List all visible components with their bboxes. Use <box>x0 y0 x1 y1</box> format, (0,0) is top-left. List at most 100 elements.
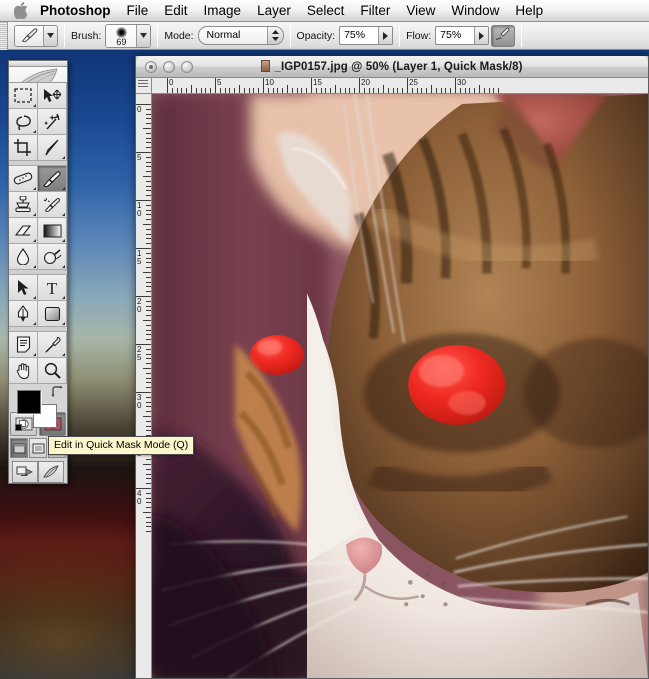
ruler-label: 40 <box>137 490 145 506</box>
tool-blur[interactable] <box>9 244 38 270</box>
ruler-label: 0 <box>169 78 173 87</box>
tool-history-brush[interactable] <box>38 192 67 218</box>
tool-gradient[interactable] <box>38 218 67 244</box>
ruler-label: 10 <box>265 78 274 87</box>
ruler-tick-major <box>215 78 216 94</box>
swap-colors-icon[interactable] <box>51 386 63 400</box>
ruler-tick-major <box>263 78 264 94</box>
tool-dodge[interactable] <box>38 244 67 270</box>
menu-item-view[interactable]: View <box>398 0 443 22</box>
tool-eraser[interactable] <box>9 218 38 244</box>
menu-item-file[interactable]: File <box>119 0 157 22</box>
ruler-label: 0 <box>137 106 145 114</box>
tool-marquee[interactable] <box>9 83 38 109</box>
options-separator-2 <box>157 25 158 47</box>
vertical-ruler[interactable]: 0510152025303540 <box>136 94 152 678</box>
tool-slice[interactable] <box>38 135 67 161</box>
ruler-tick-major <box>359 78 360 94</box>
ruler-tick-minor <box>287 85 288 94</box>
ruler-label: 25 <box>409 78 418 87</box>
tool-flyout-triangle <box>62 156 65 159</box>
menu-item-edit[interactable]: Edit <box>156 0 195 22</box>
brush-label: Brush: <box>71 30 101 42</box>
brush-tool-icon <box>15 26 43 46</box>
cat-photograph <box>152 94 648 678</box>
menu-item-image[interactable]: Image <box>196 0 250 22</box>
tool-flyout-triangle <box>33 239 36 242</box>
brush-preset-picker[interactable]: 69 <box>105 24 151 48</box>
tool-flyout-triangle <box>62 265 65 268</box>
menu-item-filter[interactable]: Filter <box>352 0 398 22</box>
document-title-text: _IGP0157.jpg @ 50% (Layer 1, Quick Mask/… <box>274 61 522 73</box>
chevron-down-icon[interactable] <box>43 26 57 46</box>
document-window: _IGP0157.jpg @ 50% (Layer 1, Quick Mask/… <box>135 56 649 679</box>
airbrush-toggle-button[interactable] <box>491 25 515 47</box>
horizontal-ruler[interactable]: 051015202530 <box>152 78 648 94</box>
jump-to-imageready-button[interactable] <box>12 461 38 483</box>
tool-flyout-triangle <box>33 130 36 133</box>
menu-item-select[interactable]: Select <box>299 0 353 22</box>
svg-text:T: T <box>47 279 58 296</box>
full-screen-menubar-button[interactable] <box>29 438 47 458</box>
menu-item-layer[interactable]: Layer <box>249 0 299 22</box>
menu-item-help[interactable]: Help <box>507 0 551 22</box>
minimize-window-button[interactable] <box>163 61 175 73</box>
ruler-tick-minor <box>143 320 152 321</box>
ruler-label: 30 <box>137 394 145 410</box>
tool-zoom[interactable] <box>38 358 67 384</box>
menu-app-name[interactable]: Photoshop <box>36 0 119 22</box>
opacity-value[interactable]: 75% <box>340 27 378 44</box>
ruler-label: 20 <box>137 298 145 314</box>
standard-screen-mode-button[interactable] <box>10 438 28 458</box>
document-proxy-icon[interactable] <box>261 60 270 72</box>
tool-healing-brush[interactable] <box>9 166 38 192</box>
tool-preset-picker[interactable] <box>14 25 58 47</box>
tool-shape[interactable] <box>38 301 67 327</box>
tool-move[interactable] <box>38 83 67 109</box>
canvas-row: 0510152025303540 <box>136 94 648 678</box>
zoom-window-button[interactable] <box>181 61 193 73</box>
tool-pen[interactable] <box>9 301 38 327</box>
ruler-origin-corner[interactable] <box>136 78 152 94</box>
flow-value[interactable]: 75% <box>436 27 474 44</box>
menu-item-window[interactable]: Window <box>443 0 507 22</box>
tool-crop[interactable] <box>9 135 38 161</box>
updown-arrows-icon[interactable] <box>267 27 283 44</box>
tool-notes[interactable] <box>9 332 38 358</box>
image-canvas[interactable] <box>152 94 648 678</box>
apple-logo-icon[interactable] <box>8 2 34 19</box>
ruler-label: 30 <box>457 78 466 87</box>
default-colors-icon[interactable] <box>15 420 26 431</box>
tool-flyout-triangle <box>62 239 65 242</box>
tool-path-selection[interactable] <box>9 275 38 301</box>
ruler-tick-minor <box>239 85 240 94</box>
options-bar-grip[interactable] <box>0 22 8 50</box>
document-title: _IGP0157.jpg @ 50% (Layer 1, Quick Mask/… <box>136 60 648 73</box>
chevron-right-icon[interactable] <box>474 27 488 44</box>
ruler-label: 15 <box>137 250 145 266</box>
opacity-label: Opacity: <box>297 30 336 42</box>
tool-clone-stamp[interactable] <box>9 192 38 218</box>
flow-field[interactable]: 75% <box>435 26 489 45</box>
tool-flyout-triangle <box>33 213 36 216</box>
ruler-tick-minor <box>143 368 152 369</box>
ruler-label: 5 <box>217 78 221 87</box>
screen: Photoshop File Edit Image Layer Select F… <box>0 0 649 679</box>
tool-brush[interactable] <box>38 166 67 192</box>
tool-hand[interactable] <box>9 358 38 384</box>
document-title-bar[interactable]: _IGP0157.jpg @ 50% (Layer 1, Quick Mask/… <box>136 56 648 78</box>
opacity-field[interactable]: 75% <box>339 26 393 45</box>
ruler-tick-minor <box>143 224 152 225</box>
tool-flyout-triangle <box>62 322 65 325</box>
tool-type[interactable]: T <box>38 275 67 301</box>
chevron-right-icon[interactable] <box>378 27 392 44</box>
tool-lasso[interactable] <box>9 109 38 135</box>
imageready-icon-button[interactable] <box>38 461 64 483</box>
tool-eyedropper[interactable] <box>38 332 67 358</box>
close-window-button[interactable] <box>145 61 157 73</box>
tool-grid: T <box>9 83 67 384</box>
foreground-color-swatch[interactable] <box>17 390 41 414</box>
chevron-down-icon[interactable] <box>136 25 150 47</box>
tool-magic-wand[interactable] <box>38 109 67 135</box>
blend-mode-select[interactable]: Normal <box>198 26 284 45</box>
